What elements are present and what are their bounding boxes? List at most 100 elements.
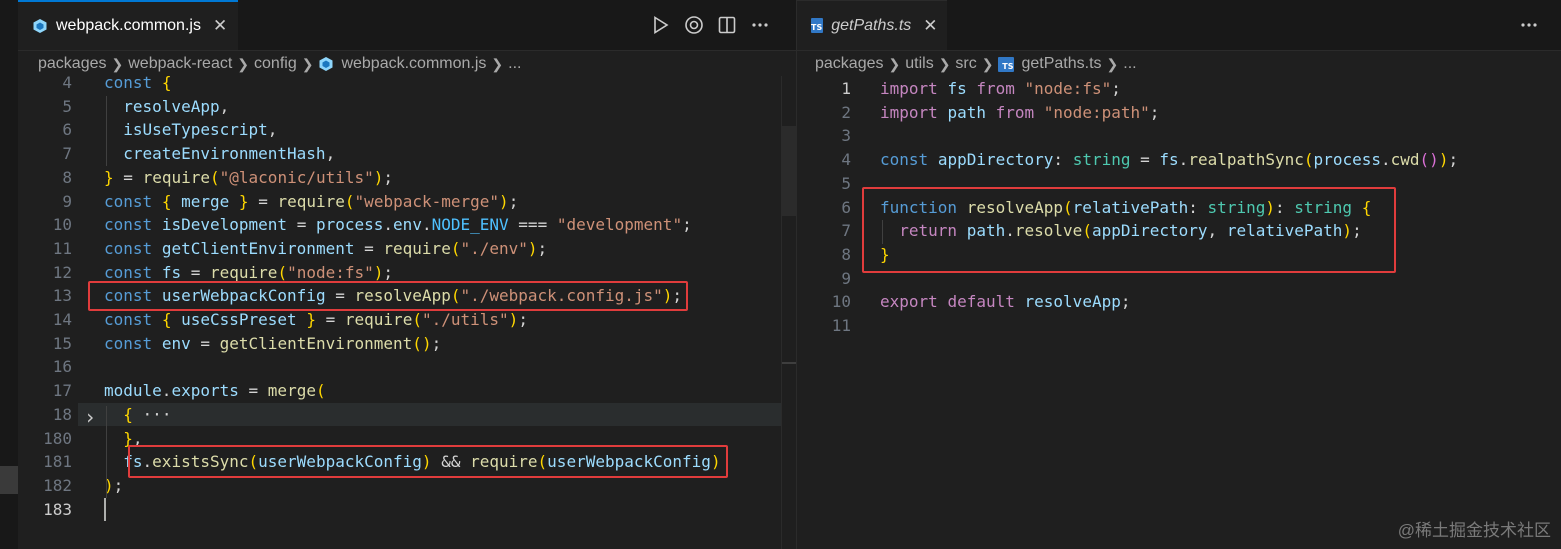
chevron-right-icon: ❯ [1106, 55, 1119, 72]
code-text: const isDevelopment = process.env.NODE_E… [104, 215, 692, 235]
line-number: 6 [841, 197, 851, 217]
line-number: 7 [62, 144, 72, 164]
breadcrumb-item[interactable]: packages [815, 55, 884, 73]
line-number: 17 [52, 381, 72, 401]
code-text: import path from "node:path"; [880, 102, 1160, 122]
webpack-file-icon [32, 18, 48, 34]
split-editor-icon[interactable] [710, 10, 743, 40]
code-line[interactable]: 18 { ··· [18, 403, 796, 427]
code-text: createEnvironmentHash, [123, 144, 336, 164]
close-tab-icon[interactable]: ✕ [213, 16, 227, 36]
code-line[interactable]: 7 createEnvironmentHash, [18, 142, 796, 166]
tab-label: webpack.common.js [56, 17, 201, 34]
line-number: 182 [43, 475, 72, 495]
breadcrumb-item[interactable]: getPaths.ts [1021, 55, 1101, 73]
run-icon[interactable] [644, 10, 677, 40]
tab-webpack-common-js[interactable]: webpack.common.js ✕ [18, 0, 238, 50]
code-text: { ··· [123, 404, 172, 424]
code-line[interactable]: 14 const { useCssPreset } = require("./ut… [18, 308, 796, 332]
right-editor-pane: TS getPaths.ts ✕ packages ❯ utils ❯ src … [797, 0, 1561, 549]
code-area[interactable]: 1 import fs from "node:fs"; 2 import path f… [797, 76, 1561, 549]
more-actions-icon[interactable] [743, 10, 776, 40]
vertical-scrollbar[interactable] [781, 76, 796, 549]
code-text: const { merge } = require("webpack-merge… [104, 191, 519, 211]
line-number: 10 [831, 292, 851, 312]
code-line[interactable]: 4 const appDirectory: string = fs.realpat… [797, 148, 1561, 172]
indent-guide [106, 406, 107, 498]
line-number: 7 [841, 221, 851, 241]
breadcrumb-item[interactable]: utils [905, 55, 933, 73]
scrollbar-thumb[interactable] [782, 126, 796, 216]
code-line[interactable]: 6 isUseTypescript, [18, 118, 796, 142]
code-line[interactable]: 9 const { merge } = require("webpack-merg… [18, 190, 796, 214]
more-actions-icon[interactable] [1512, 10, 1545, 40]
code-line[interactable]: 11 [797, 314, 1561, 338]
line-number: 6 [62, 120, 72, 140]
code-line[interactable]: 3 [797, 124, 1561, 148]
line-number: 8 [62, 167, 72, 187]
breadcrumb: packages ❯ utils ❯ src ❯ TS getPaths.ts … [815, 52, 1137, 76]
line-number: 9 [62, 191, 72, 211]
tab-getpaths-ts[interactable]: TS getPaths.ts ✕ [797, 0, 947, 50]
code-text: const { useCssPreset } = require("./util… [104, 310, 528, 329]
code-line[interactable]: 2 import path from "node:path"; [797, 101, 1561, 125]
code-line[interactable]: 10 const isDevelopment = process.env.NODE… [18, 213, 796, 237]
line-number: 18 [52, 404, 72, 424]
code-text: export default resolveApp; [880, 292, 1131, 312]
line-number: 181 [43, 452, 72, 472]
code-line[interactable]: 17 module.exports = merge( [18, 379, 796, 403]
code-line[interactable]: 10 export default resolveApp; [797, 290, 1561, 314]
line-number: 5 [62, 96, 72, 116]
code-text: const getClientEnvironment = require("./… [104, 238, 548, 258]
line-number: 180 [43, 428, 72, 448]
code-text: const env = getClientEnvironment(); [104, 333, 442, 353]
indent-guide [106, 96, 107, 166]
compare-icon[interactable] [677, 10, 710, 40]
code-area[interactable]: 4 const {5 resolveApp, 6 isUseTypescript, 7… [18, 73, 796, 549]
typescript-file-icon: TS [811, 18, 824, 33]
chevron-right-icon: ❯ [301, 55, 314, 72]
code-line[interactable]: 15 const env = getClientEnvironment(); [18, 332, 796, 356]
code-line[interactable]: 183 [18, 498, 796, 522]
chevron-right-icon: ❯ [491, 55, 504, 72]
chevron-right-icon[interactable]: › [84, 405, 96, 429]
line-number: 14 [52, 310, 72, 329]
code-line[interactable]: 5 resolveApp, [18, 95, 796, 119]
scrollbar-marker [782, 362, 796, 364]
code-line[interactable]: 11 const getClientEnvironment = require("… [18, 237, 796, 261]
line-number: 5 [841, 173, 851, 193]
code-line[interactable]: 8 } = require("@laconic/utils"); [18, 166, 796, 190]
code-text: resolveApp, [123, 96, 230, 116]
code-line[interactable]: 16 [18, 355, 796, 379]
code-text: isUseTypescript, [123, 120, 278, 140]
code-line[interactable]: 4 const { [18, 71, 796, 95]
editor-actions [1512, 0, 1545, 50]
line-number: 8 [841, 244, 851, 264]
code-text: const appDirectory: string = fs.realpath… [880, 150, 1459, 170]
line-number: 183 [43, 499, 72, 519]
breadcrumb-item[interactable]: ... [1123, 55, 1136, 73]
watermark: @稀土掘金技术社区 [1397, 521, 1551, 540]
line-number: 11 [52, 238, 72, 258]
highlight-box-exists-sync [128, 445, 728, 478]
left-tab-bar: webpack.common.js ✕ [18, 0, 796, 51]
line-number: 3 [841, 126, 851, 146]
line-number: 4 [841, 150, 851, 170]
code-text: import fs from "node:fs"; [880, 79, 1121, 98]
highlight-box-resolve-app-function [862, 187, 1396, 273]
text-cursor [104, 497, 106, 521]
chevron-right-icon: ❯ [938, 55, 951, 72]
line-number: 13 [52, 286, 72, 306]
code-text: } = require("@laconic/utils"); [104, 167, 394, 187]
line-number: 16 [52, 357, 72, 377]
activity-bar [0, 0, 18, 549]
tab-label: getPaths.ts [831, 16, 912, 34]
breadcrumb-item[interactable]: src [955, 55, 976, 73]
close-tab-icon[interactable]: ✕ [923, 16, 937, 36]
line-number: 9 [841, 268, 851, 288]
chevron-right-icon: ❯ [888, 55, 901, 72]
chevron-right-icon: ❯ [111, 55, 124, 72]
webpack-file-icon [318, 56, 334, 72]
line-number: 10 [52, 215, 72, 235]
code-line[interactable]: 1 import fs from "node:fs"; [797, 77, 1561, 101]
